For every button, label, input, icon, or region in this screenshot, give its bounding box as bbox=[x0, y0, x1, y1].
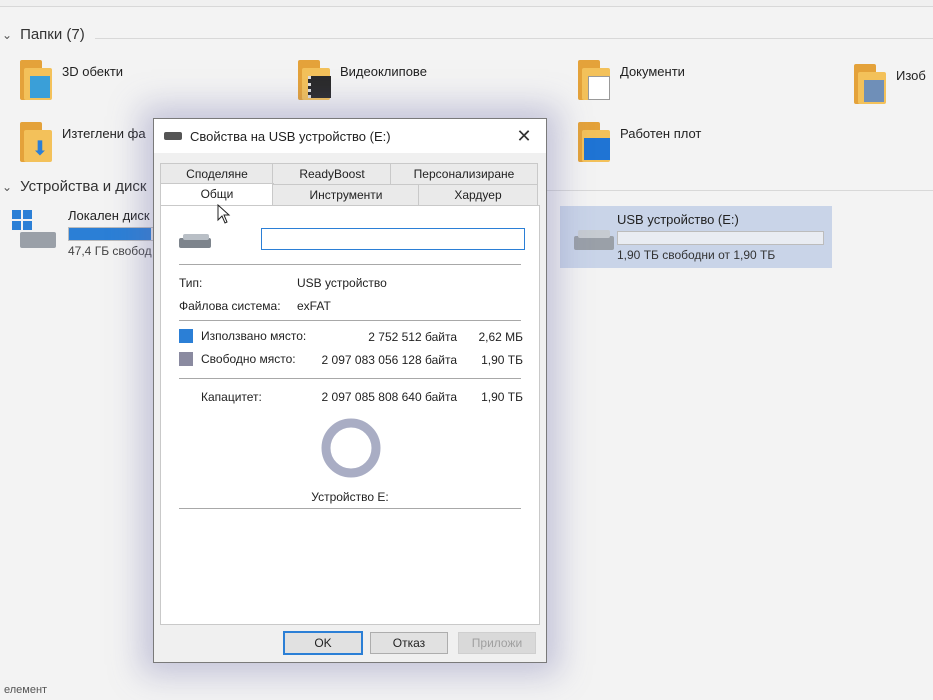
cancel-button[interactable]: Отказ bbox=[370, 632, 448, 654]
divider bbox=[179, 378, 521, 379]
devices-section-header[interactable]: ⌄ Устройства и диск bbox=[2, 178, 146, 195]
filesystem-label: Файлова система: bbox=[179, 299, 281, 313]
documents-folder-icon bbox=[576, 60, 610, 100]
divider bbox=[179, 320, 521, 321]
general-tab-panel: Тип: USB устройство Файлова система: exF… bbox=[160, 205, 540, 625]
drive-usb[interactable]: USB устройство (E:) 1,90 ТБ свободни от … bbox=[560, 206, 832, 268]
type-label: Тип: bbox=[179, 276, 203, 290]
close-icon[interactable]: ✕ bbox=[512, 126, 536, 147]
used-space-label: Използвано място: bbox=[201, 329, 307, 343]
chevron-down-icon: ⌄ bbox=[2, 179, 13, 194]
filesystem-value: exFAT bbox=[297, 299, 331, 313]
devices-section-divider bbox=[545, 190, 933, 191]
type-value: USB устройство bbox=[297, 276, 387, 290]
video-folder-icon bbox=[296, 60, 331, 100]
folder-icon bbox=[18, 60, 52, 100]
tab-sharing[interactable]: Споделяне bbox=[160, 163, 274, 185]
used-space-size: 2,62 МБ bbox=[478, 330, 523, 344]
folder-label: Документи bbox=[620, 64, 685, 79]
folders-section-header[interactable]: ⌄ Папки (7) bbox=[2, 26, 85, 43]
usb-drive-icon bbox=[568, 212, 614, 256]
divider bbox=[179, 508, 521, 509]
dialog-title: Свойства на USB устройство (E:) bbox=[190, 128, 391, 144]
folder-label: Изоб bbox=[896, 68, 926, 83]
device-label: Устройство E: bbox=[311, 490, 389, 504]
folder-3d-objects[interactable]: 3D обекти bbox=[18, 60, 123, 100]
ok-button[interactable]: OK bbox=[283, 631, 363, 655]
usb-drive-icon bbox=[164, 132, 182, 140]
downloads-folder-icon: ⬇ bbox=[18, 122, 52, 162]
capacity-bytes: 2 097 085 808 640 байта bbox=[321, 390, 457, 404]
folder-downloads[interactable]: ⬇ Изтеглени фа bbox=[18, 122, 146, 162]
drive-free-text: 1,90 ТБ свободни от 1,90 ТБ bbox=[617, 248, 776, 262]
folder-label: Работен плот bbox=[620, 126, 702, 141]
donut-free-segment bbox=[321, 418, 381, 478]
windows-drive-icon bbox=[12, 208, 58, 254]
folder-label: Изтеглени фа bbox=[62, 126, 146, 141]
divider bbox=[179, 264, 521, 265]
dialog-titlebar[interactable]: Свойства на USB устройство (E:) ✕ bbox=[154, 119, 546, 153]
status-bar-text: елемент bbox=[4, 684, 48, 696]
used-space-row: Използвано място: bbox=[179, 329, 306, 343]
drive-usage-bar bbox=[617, 231, 824, 245]
chevron-down-icon: ⌄ bbox=[2, 27, 13, 42]
folder-label: 3D обекти bbox=[62, 64, 124, 79]
tab-hardware[interactable]: Хардуер bbox=[418, 184, 538, 206]
properties-dialog: Свойства на USB устройство (E:) ✕ Сподел… bbox=[153, 118, 547, 663]
folders-section-title: Папки (7) bbox=[20, 26, 85, 43]
tab-customize[interactable]: Персонализиране bbox=[390, 163, 538, 185]
free-space-bytes: 2 097 083 056 128 байта bbox=[321, 353, 457, 367]
drive-label: USB устройство (E:) bbox=[617, 212, 739, 227]
usb-drive-icon bbox=[179, 234, 215, 248]
folder-pictures[interactable]: Изоб bbox=[852, 64, 926, 104]
apply-button[interactable]: Приложи bbox=[458, 632, 536, 654]
free-space-size: 1,90 ТБ bbox=[481, 353, 523, 367]
drive-name-input[interactable] bbox=[261, 228, 525, 250]
free-space-row: Свободно място: bbox=[179, 352, 296, 366]
folders-section-divider bbox=[95, 38, 933, 39]
desktop-folder-icon bbox=[576, 122, 610, 162]
tab-tools[interactable]: Инструменти bbox=[272, 184, 420, 206]
folder-videos[interactable]: Видеоклипове bbox=[296, 60, 427, 100]
explorer-top-edge bbox=[0, 0, 933, 7]
folder-label: Видеоклипове bbox=[340, 64, 427, 79]
capacity-label: Капацитет: bbox=[201, 390, 262, 404]
pictures-folder-icon bbox=[852, 64, 886, 104]
used-space-bytes: 2 752 512 байта bbox=[368, 330, 457, 344]
folder-desktop[interactable]: Работен плот bbox=[576, 122, 701, 162]
tab-readyboost[interactable]: ReadyBoost bbox=[272, 163, 392, 185]
free-color-swatch bbox=[179, 352, 193, 366]
mouse-cursor-icon bbox=[217, 204, 231, 224]
usage-donut-chart bbox=[321, 418, 381, 478]
devices-section-title: Устройства и диск bbox=[20, 178, 147, 195]
capacity-size: 1,90 ТБ bbox=[481, 390, 523, 404]
free-space-label: Свободно място: bbox=[201, 352, 296, 366]
folder-documents[interactable]: Документи bbox=[576, 60, 685, 100]
used-color-swatch bbox=[179, 329, 193, 343]
